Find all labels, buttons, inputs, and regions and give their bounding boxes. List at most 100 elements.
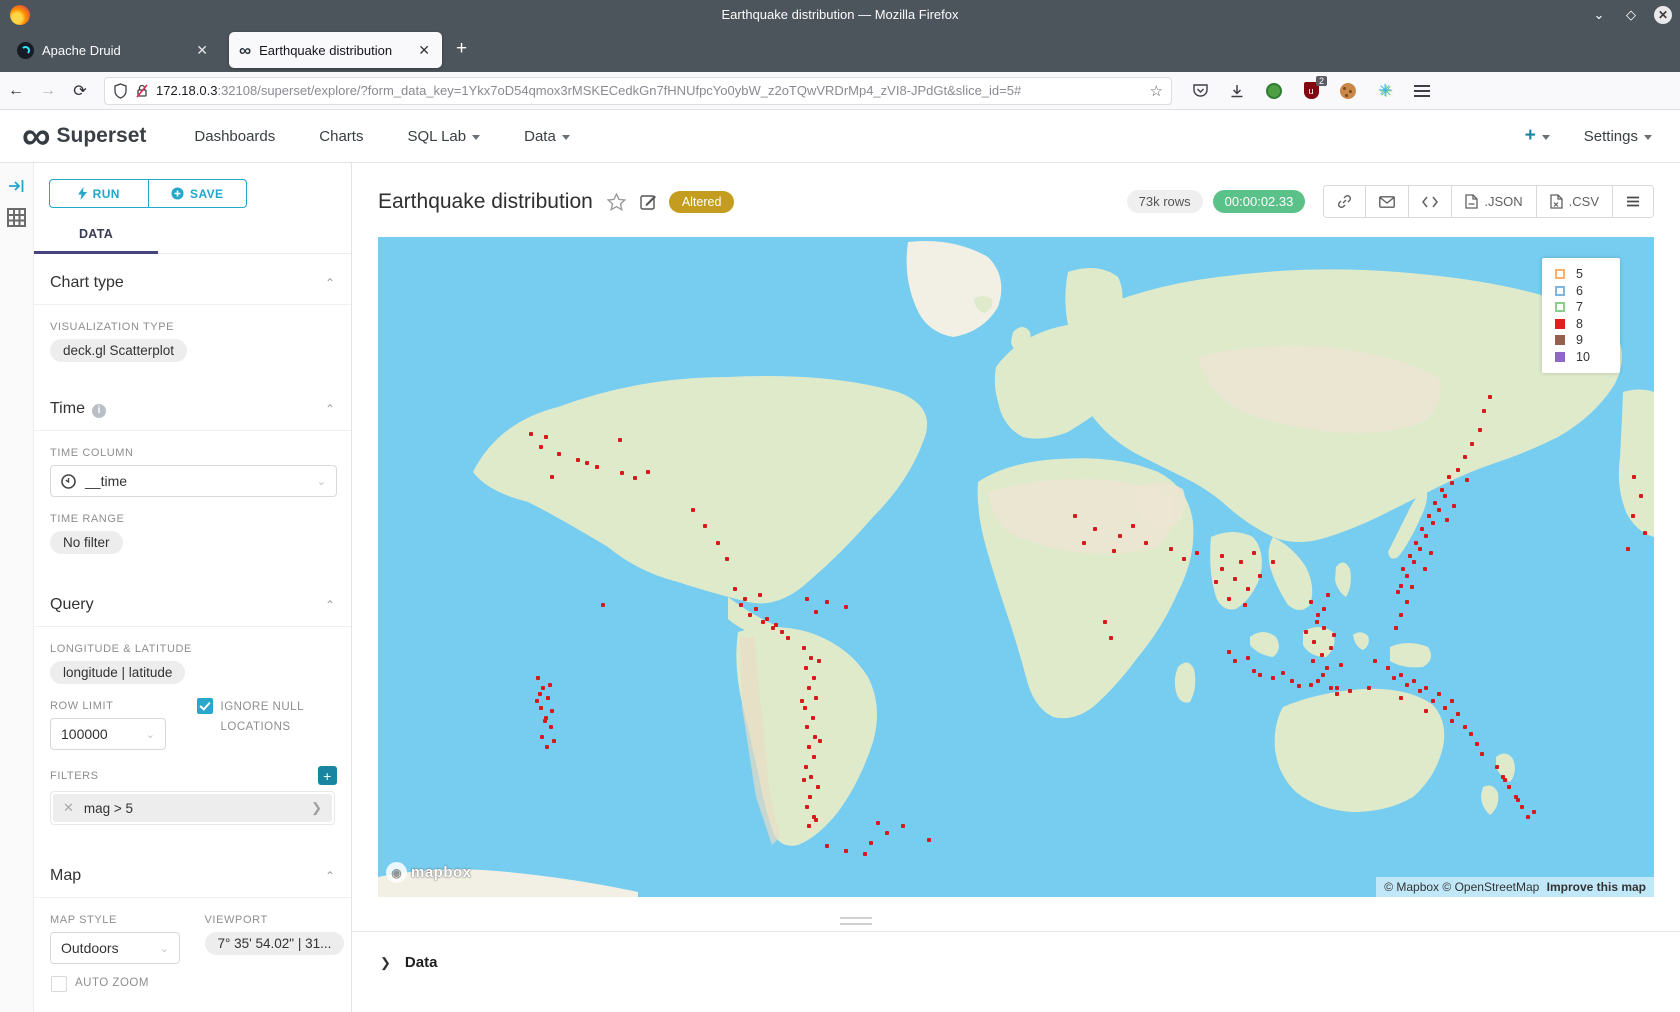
altered-badge[interactable]: Altered: [669, 191, 735, 213]
earthquake-point: [1631, 514, 1635, 518]
email-button[interactable]: [1365, 186, 1408, 217]
close-icon[interactable]: ✕: [1654, 6, 1672, 24]
save-button[interactable]: SAVE: [149, 179, 248, 208]
earthquake-point: [754, 607, 758, 611]
earthquake-point: [1227, 597, 1231, 601]
earthquake-point: [807, 745, 811, 749]
minimize-icon[interactable]: ⌄: [1590, 6, 1608, 24]
link-icon: [1337, 194, 1352, 209]
viewport-value[interactable]: 7° 35' 54.02" | 31...: [205, 932, 345, 955]
export-csv-button[interactable]: .CSV: [1536, 186, 1612, 217]
tab-data[interactable]: DATA: [34, 227, 158, 241]
adblock-shield-icon[interactable]: u 2: [1301, 81, 1321, 101]
maximize-icon[interactable]: ◇: [1622, 6, 1640, 24]
earthquake-point: [1405, 683, 1409, 687]
downloads-icon[interactable]: [1227, 81, 1247, 101]
remove-filter-icon[interactable]: ✕: [63, 800, 74, 816]
attribution-improve-link[interactable]: Improve this map: [1547, 880, 1646, 894]
chevron-up-icon: ⌃: [325, 402, 335, 416]
extension-green-icon[interactable]: [1264, 81, 1284, 101]
favorite-star-icon[interactable]: [607, 193, 626, 211]
section-time[interactable]: Timei ⌃: [34, 380, 351, 431]
settings-menu[interactable]: Settings: [1584, 128, 1652, 145]
expand-panel-icon[interactable]: [8, 178, 26, 194]
new-tab-button[interactable]: +: [456, 38, 467, 60]
earthquake-point: [812, 676, 816, 680]
dataset-grid-icon[interactable]: [7, 208, 26, 227]
earthquake-point: [1532, 810, 1536, 814]
filters-container: ✕ mag > 5 ❯: [50, 791, 335, 825]
pocket-icon[interactable]: [1190, 81, 1210, 101]
auto-zoom-checkbox-row[interactable]: AUTO ZOOM: [51, 976, 351, 992]
superset-logo[interactable]: ∞ Superset: [22, 120, 146, 152]
tab-apache-druid[interactable]: Apache Druid ✕: [7, 32, 220, 68]
back-button[interactable]: ←: [0, 82, 32, 100]
filter-chip[interactable]: ✕ mag > 5 ❯: [53, 794, 332, 822]
time-column-select[interactable]: __time ⌄: [50, 465, 337, 497]
earthquake-point: [1639, 494, 1643, 498]
section-chart-type[interactable]: Chart type⌃: [34, 254, 351, 305]
legend-item[interactable]: 10: [1555, 349, 1620, 366]
copy-link-button[interactable]: [1324, 186, 1365, 217]
nav-dashboards[interactable]: Dashboards: [194, 128, 275, 145]
earthquake-point: [1488, 395, 1492, 399]
legend-item[interactable]: 5: [1555, 266, 1620, 283]
nav-sql-lab[interactable]: SQL Lab: [407, 128, 480, 145]
viz-type-value[interactable]: deck.gl Scatterplot: [50, 339, 187, 362]
checkbox-checked-icon[interactable]: [197, 698, 213, 714]
checkbox-unchecked-icon[interactable]: [51, 976, 67, 992]
tab-close-icon[interactable]: ✕: [416, 42, 432, 59]
earthquake-point: [817, 659, 821, 663]
chart-menu-button[interactable]: [1612, 186, 1653, 217]
edit-title-icon[interactable]: [640, 193, 657, 210]
tracking-shield-icon[interactable]: [113, 83, 128, 99]
url-bar[interactable]: 172.18.0.3 :32108/superset/explore/?form…: [104, 77, 1172, 105]
add-filter-button[interactable]: +: [318, 766, 337, 785]
data-results-collapsed[interactable]: ❯ Data: [352, 932, 1680, 971]
map-legend: 5678910: [1542, 258, 1620, 373]
time-range-value[interactable]: No filter: [50, 531, 123, 554]
legend-item[interactable]: 7: [1555, 299, 1620, 316]
ignore-null-checkbox-row[interactable]: IGNORE NULLLOCATIONS: [197, 698, 352, 737]
section-point-size[interactable]: Point Size⌄: [34, 1008, 351, 1012]
earthquake-point: [1329, 686, 1333, 690]
earthquake-point: [1399, 613, 1403, 617]
earthquake-point: [1297, 684, 1301, 688]
cookie-extension-icon[interactable]: [1338, 81, 1358, 101]
legend-item[interactable]: 6: [1555, 283, 1620, 300]
section-query[interactable]: Query⌃: [34, 576, 351, 627]
earthquake-point: [876, 821, 880, 825]
earthquake-point: [1443, 706, 1447, 710]
time-column-label: TIME COLUMN: [50, 447, 335, 459]
reload-button[interactable]: ⟳: [64, 81, 96, 101]
forward-button[interactable]: →: [32, 82, 64, 100]
earthquake-point: [618, 438, 622, 442]
export-json-button[interactable]: .JSON: [1451, 186, 1535, 217]
earthquake-point: [808, 795, 812, 799]
legend-item[interactable]: 9: [1555, 332, 1620, 349]
earthquake-point: [1412, 560, 1416, 564]
menu-icon[interactable]: [1412, 81, 1432, 101]
deckgl-map[interactable]: 5678910 ◉ mapbox © Mapbox © OpenStreetMa…: [378, 237, 1654, 897]
attribution-osm[interactable]: © OpenStreetMap: [1442, 880, 1539, 894]
lonlat-value[interactable]: longitude | latitude: [50, 661, 185, 684]
embed-code-button[interactable]: [1408, 186, 1451, 217]
map-style-select[interactable]: Outdoors ⌄: [50, 932, 180, 964]
chevron-down-icon: ⌄: [317, 475, 326, 488]
bookmark-star-icon[interactable]: ☆: [1150, 82, 1163, 100]
section-map[interactable]: Map⌃: [34, 847, 351, 898]
legend-item[interactable]: 8: [1555, 316, 1620, 333]
row-limit-select[interactable]: 100000 ⌄: [50, 718, 166, 750]
world-basemap: [378, 237, 1654, 897]
nav-charts[interactable]: Charts: [319, 128, 363, 145]
attribution-mapbox[interactable]: © Mapbox: [1384, 880, 1439, 894]
tab-close-icon[interactable]: ✕: [194, 42, 210, 59]
nav-data[interactable]: Data: [524, 128, 570, 145]
add-new-button[interactable]: +: [1525, 125, 1550, 147]
panel-drag-handle[interactable]: [840, 917, 872, 929]
tab-earthquake-distribution[interactable]: ∞ Earthquake distribution ✕: [229, 32, 442, 68]
insecure-lock-icon[interactable]: [135, 83, 149, 99]
mapbox-logo[interactable]: ◉ mapbox: [386, 862, 472, 883]
extension-asterisk-icon[interactable]: ✳: [1375, 81, 1395, 101]
run-button[interactable]: RUN: [49, 179, 149, 208]
